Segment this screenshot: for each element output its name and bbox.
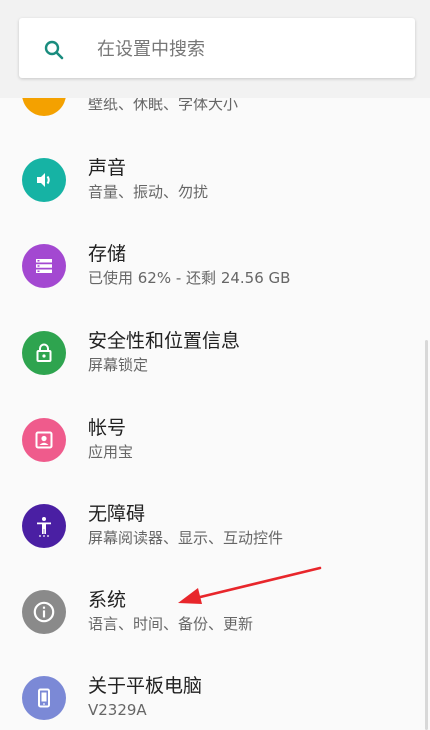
settings-item-security-subtitle: 屏幕锁定: [88, 356, 149, 374]
settings-item-about-subtitle: V2329A: [88, 701, 147, 719]
search-bar-container: 在设置中搜索: [0, 0, 430, 98]
settings-item-sound-title: 声音: [88, 157, 127, 179]
settings-item-system-title: 系统: [88, 589, 127, 611]
settings-item-system-subtitle: 语言、时间、备份、更新: [88, 615, 254, 633]
settings-screen: 壁纸、休眠、字体大小 声音 音量、振动、勿扰 存储 已使用 62% - 还剩 2…: [0, 0, 430, 730]
settings-item-storage-title: 存储: [88, 243, 127, 265]
account-icon: [22, 418, 66, 462]
settings-item-about[interactable]: 关于平板电脑 V2329A: [0, 655, 430, 730]
lock-icon: [22, 331, 66, 375]
red-arrow-icon: [178, 566, 322, 604]
info-icon: [22, 590, 66, 634]
storage-icon: [22, 244, 66, 288]
settings-item-accessibility-subtitle: 屏幕阅读器、显示、互动控件: [88, 529, 284, 547]
settings-item-about-title: 关于平板电脑: [88, 675, 203, 697]
settings-item-sound[interactable]: 声音 音量、振动、勿扰: [0, 137, 430, 223]
settings-item-storage[interactable]: 存储 已使用 62% - 还剩 24.56 GB: [0, 223, 430, 309]
settings-item-accessibility-title: 无障碍: [88, 503, 146, 525]
settings-item-storage-subtitle: 已使用 62% - 还剩 24.56 GB: [88, 269, 291, 287]
settings-item-accounts[interactable]: 帐号 应用宝: [0, 397, 430, 483]
settings-item-accounts-subtitle: 应用宝: [88, 443, 134, 461]
search-icon[interactable]: [42, 38, 66, 62]
settings-item-accessibility[interactable]: 无障碍 屏幕阅读器、显示、互动控件: [0, 483, 430, 569]
accessibility-icon: [22, 504, 66, 548]
volume-icon: [22, 158, 66, 202]
settings-list: 壁纸、休眠、字体大小 声音 音量、振动、勿扰 存储 已使用 62% - 还剩 2…: [0, 0, 430, 730]
search-placeholder[interactable]: 在设置中搜索: [97, 38, 205, 62]
settings-item-security-title: 安全性和位置信息: [88, 330, 241, 352]
search-bar[interactable]: [19, 18, 415, 78]
settings-item-sound-subtitle: 音量、振动、勿扰: [88, 183, 209, 201]
settings-item-accounts-title: 帐号: [88, 417, 127, 439]
scrollbar[interactable]: [425, 340, 428, 730]
tablet-icon: [22, 676, 66, 720]
settings-item-security[interactable]: 安全性和位置信息 屏幕锁定: [0, 310, 430, 396]
